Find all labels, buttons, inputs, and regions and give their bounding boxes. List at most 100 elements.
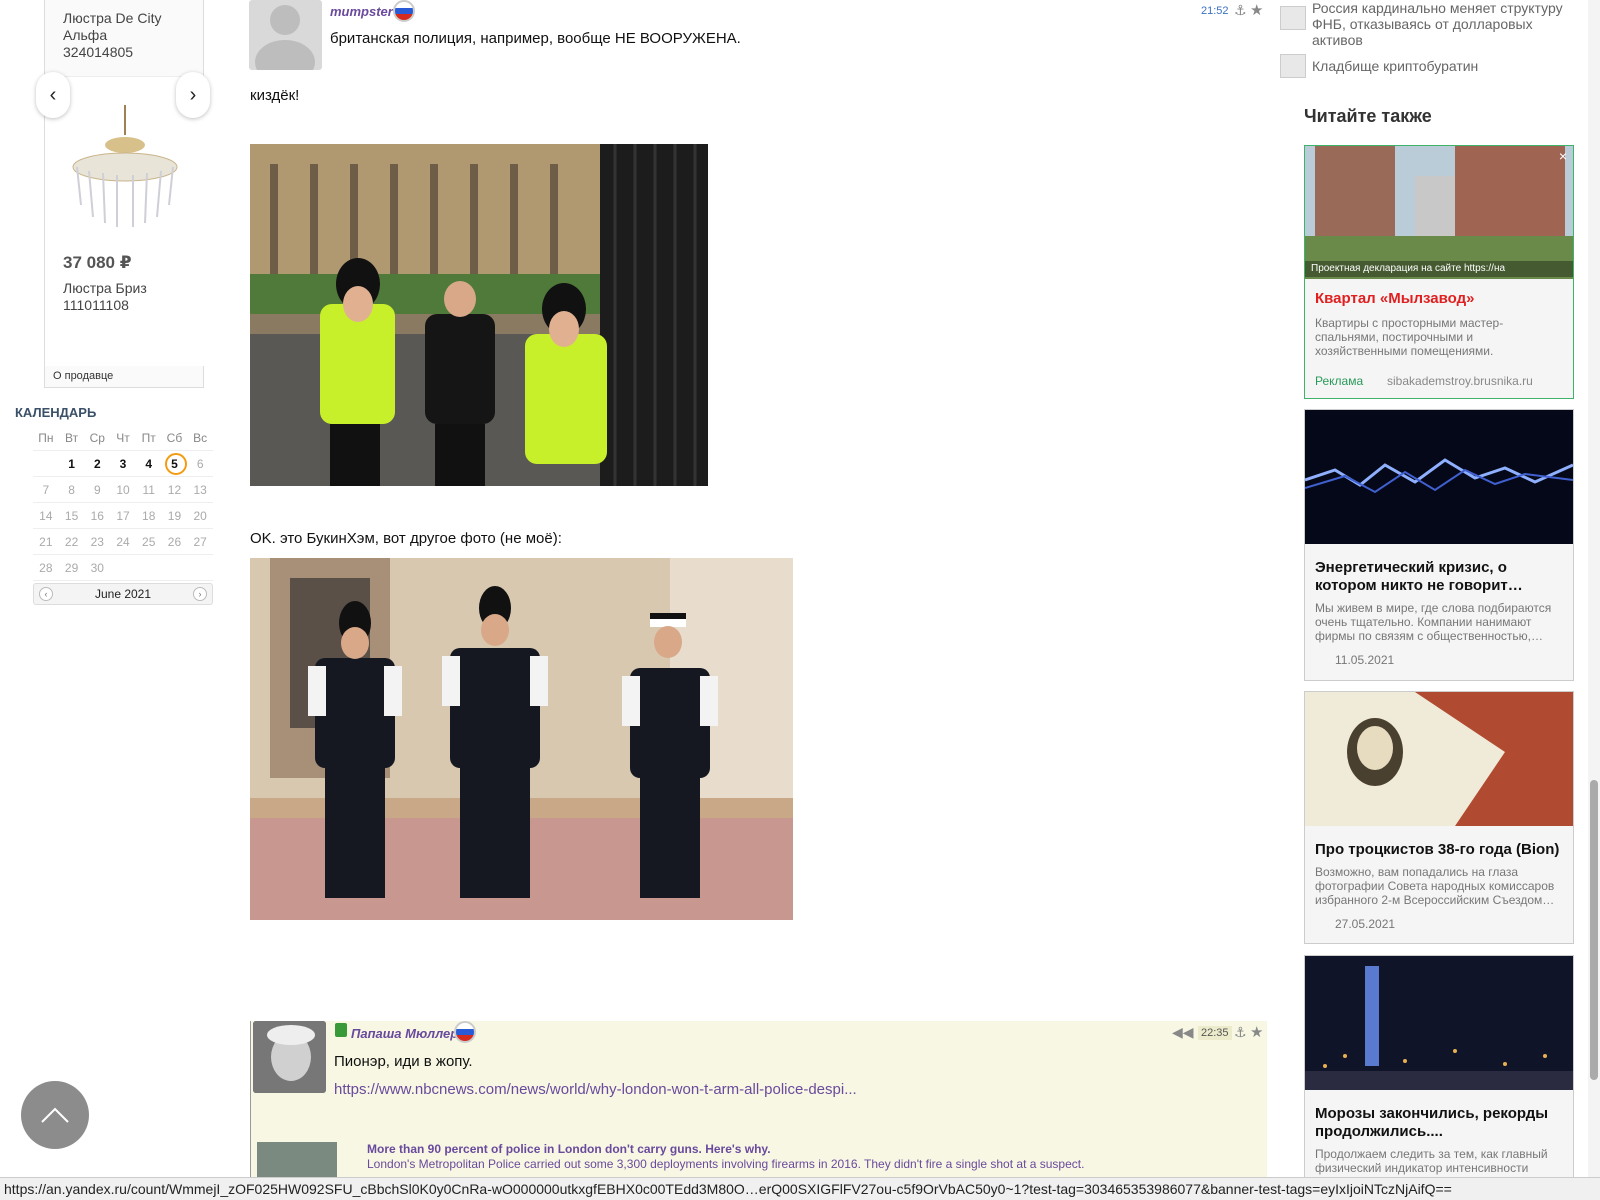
calendar-day — [110, 555, 136, 580]
calendar-day[interactable]: 3 — [110, 451, 136, 476]
calendar-day: 13 — [193, 483, 207, 497]
read-also-heading: Читайте также — [1304, 106, 1432, 126]
calendar-day — [136, 555, 162, 580]
calendar-month-nav: ‹ June 2021 › — [33, 583, 213, 605]
preview-thumbnail[interactable] — [257, 1142, 337, 1177]
calendar-weekdays: Пн Вт Ср Чт Пт Сб Вс — [33, 425, 213, 451]
carousel-next-button[interactable]: › — [176, 72, 210, 118]
weekday: Вс — [193, 431, 208, 445]
product-name: Люстра De City Альфа — [63, 10, 162, 43]
ad-title[interactable]: Квартал «Мылзавод» — [1315, 290, 1475, 307]
article-card[interactable]: Про троцкистов 38-го года (Bion) Возможн… — [1304, 691, 1574, 944]
chevron-right-icon: › — [189, 83, 197, 106]
police-photo-1 — [250, 144, 708, 486]
calendar-day: 21 — [39, 535, 53, 549]
product-code: 324014805 — [63, 44, 134, 60]
article-card[interactable]: Морозы закончились, рекорды продолжились… — [1304, 955, 1574, 1189]
news-item[interactable]: Кладбище криптобуратин — [1280, 54, 1570, 78]
calendar-day: 27 — [193, 535, 207, 549]
scroll-top-button[interactable] — [21, 1081, 89, 1149]
calendar-week: 14 15 16 17 18 19 20 — [33, 503, 213, 529]
calendar-day: 17 — [116, 509, 130, 523]
comment-author[interactable]: mumpster — [330, 4, 393, 19]
preview-title[interactable]: More than 90 percent of police in London… — [367, 1142, 771, 1156]
calendar-week: 7 8 9 10 11 12 13 — [33, 477, 213, 503]
close-icon[interactable]: × — [1559, 148, 1567, 164]
scrollbar-thumb[interactable] — [1590, 780, 1598, 1080]
ad-card[interactable]: Проектная декларация на сайте https://на… — [1304, 145, 1574, 399]
calendar-day: 22 — [64, 535, 79, 549]
shop-widget: Люстра De City Альфа 324014805 37 080 ₽ … — [44, 0, 205, 388]
article-title[interactable]: Энергетический кризис, о котором никто н… — [1305, 559, 1573, 595]
comment-time[interactable]: 21:52 — [1201, 5, 1229, 17]
user-avatar[interactable] — [253, 1021, 326, 1093]
product-card-2[interactable]: 37 080 ₽ Люстра Бриз 111011108 — [45, 76, 205, 366]
chevron-left-icon[interactable]: ‹ — [39, 587, 53, 601]
calendar-day: 19 — [167, 509, 182, 523]
anchor-icon[interactable]: ⚓ — [1234, 2, 1247, 19]
calendar-day: 10 — [116, 483, 130, 497]
ad-domain[interactable]: sibakademstroy.brusnika.ru — [1387, 374, 1533, 388]
article-title[interactable]: Про троцкистов 38-го года (Bion) — [1305, 841, 1573, 859]
calendar-day[interactable]: 1 — [59, 451, 85, 476]
weekday: Вт — [65, 431, 79, 445]
product-card-1[interactable]: Люстра De City Альфа 324014805 — [63, 10, 193, 61]
post-text: киздёк! — [250, 87, 300, 104]
calendar-day: 11 — [142, 483, 155, 497]
article-image — [1305, 692, 1573, 826]
chevron-up-icon — [41, 1107, 69, 1123]
calendar-day: 12 — [167, 483, 182, 497]
calendar-day[interactable]: 2 — [84, 451, 110, 476]
user-verified-icon — [335, 1023, 347, 1037]
flag-russia-icon — [393, 0, 415, 22]
calendar-day[interactable]: 4 — [136, 451, 162, 476]
police-photo-1-image — [250, 144, 708, 486]
comment-text: британская полиция, например, вообще НЕ … — [330, 30, 741, 47]
calendar-month-label[interactable]: June 2021 — [95, 587, 151, 601]
calendar-day: 28 — [39, 561, 53, 575]
status-bar-url: https://an.yandex.ru/count/WmmejI_zOF025… — [0, 1177, 1600, 1200]
news-thumb-icon — [1280, 54, 1306, 78]
rewind-icon[interactable]: ◀◀ — [1172, 1024, 1194, 1041]
calendar-day: 14 — [39, 509, 53, 523]
article-title[interactable]: Морозы закончились, рекорды продолжились… — [1305, 1105, 1573, 1141]
chevron-right-icon[interactable]: › — [193, 587, 207, 601]
calendar-day: 24 — [116, 535, 130, 549]
calendar-day: 16 — [90, 509, 104, 523]
comment-time[interactable]: 22:35 — [1198, 1026, 1232, 1040]
star-icon[interactable]: ★ — [1250, 1023, 1263, 1041]
anchor-icon[interactable]: ⚓ — [1234, 1024, 1247, 1041]
comment-link[interactable]: https://www.nbcnews.com/news/world/why-l… — [334, 1081, 857, 1098]
ad-image — [1305, 146, 1573, 279]
avatar-placeholder-icon — [255, 5, 315, 70]
calendar-day: 15 — [64, 509, 79, 523]
calendar-day: 30 — [90, 561, 104, 575]
article-card[interactable]: Энергетический кризис, о котором никто н… — [1304, 409, 1574, 681]
calendar-day: 9 — [93, 483, 101, 497]
weekday: Пн — [38, 431, 54, 445]
news-title: Россия кардинально меняет структуру ФНБ,… — [1312, 0, 1563, 48]
chevron-left-icon: ‹ — [49, 83, 57, 106]
user-avatar[interactable] — [249, 0, 322, 70]
calendar-week: 28 29 30 — [33, 555, 213, 581]
news-item[interactable]: Россия кардинально меняет структуру ФНБ,… — [1280, 0, 1570, 48]
carousel-prev-button[interactable]: ‹ — [36, 72, 70, 118]
calendar-day: 29 — [64, 561, 79, 575]
product-code: 111011108 — [63, 297, 129, 313]
weekday: Пт — [141, 431, 156, 445]
weekday: Ср — [89, 431, 105, 445]
calendar-week: 1 2 3 4 5 6 — [33, 451, 213, 477]
product-price: 37 080 ₽ — [63, 253, 132, 272]
comment-author[interactable]: Папаша Мюллер — [351, 1026, 458, 1041]
post-text: OK. это БукинХэм, вот другое фото (не мо… — [250, 530, 562, 547]
preview-description: London's Metropolitan Police carried out… — [367, 1157, 1085, 1171]
calendar-day: 6 — [196, 457, 204, 471]
calendar-week: 21 22 23 24 25 26 27 — [33, 529, 213, 555]
calendar-day-today[interactable]: 5 — [162, 451, 188, 476]
calendar-day: 18 — [142, 509, 156, 523]
calendar-day: 25 — [142, 535, 156, 549]
seller-link[interactable]: О продавце — [53, 370, 113, 382]
calendar-day — [162, 555, 188, 580]
ad-caption: Проектная декларация на сайте https://на — [1305, 261, 1573, 277]
star-icon[interactable]: ★ — [1250, 1, 1263, 19]
